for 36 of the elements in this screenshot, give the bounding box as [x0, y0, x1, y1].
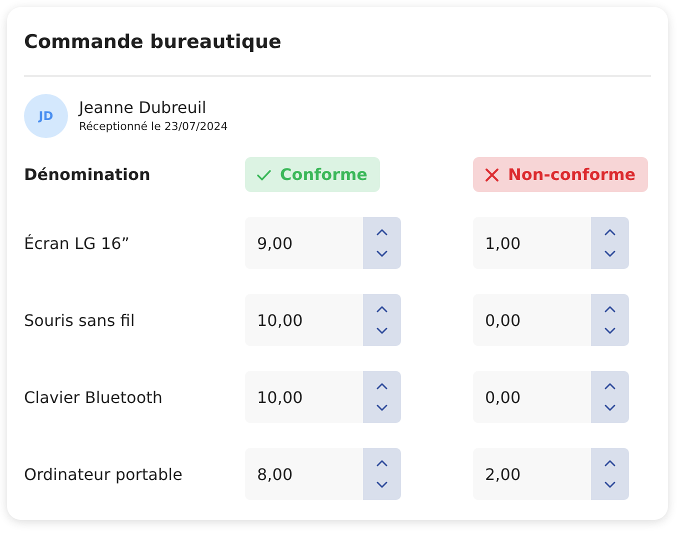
column-header: Dénomination: [24, 165, 152, 184]
item-name: Clavier Bluetooth: [24, 388, 164, 406]
badge-label: Conforme: [280, 165, 368, 184]
user-name: Jeanne Dubreuil: [79, 98, 208, 118]
item-name: Écran LG 16”: [24, 234, 131, 252]
badge-label: Non-conforme: [508, 165, 636, 184]
chevron-down-icon: [604, 250, 616, 258]
chevron-up-icon: [376, 228, 388, 236]
cross-icon: [484, 166, 500, 182]
chevron-down-icon: [376, 481, 388, 489]
chevron-down-icon: [604, 327, 616, 335]
received-date: Réceptionné le 23/07/2024: [79, 118, 228, 134]
card-title: Commande bureautique: [24, 30, 282, 55]
item-name: Souris sans fil: [24, 310, 136, 330]
chevron-down-icon: [604, 481, 616, 489]
quantity-field[interactable]: 2,00: [473, 448, 591, 500]
quantity-field[interactable]: 9,00: [245, 217, 363, 269]
chevron-down-icon: [376, 404, 388, 412]
quantity-field[interactable]: 10,00: [245, 294, 363, 346]
chevron-up-icon: [376, 382, 388, 390]
quantity-field[interactable]: 10,00: [245, 371, 363, 423]
chevron-down-icon: [376, 327, 388, 335]
chevron-up-icon: [376, 305, 388, 313]
chevron-up-icon: [604, 382, 616, 390]
quantity-field[interactable]: 1,00: [473, 217, 591, 269]
avatar: JD: [24, 94, 68, 138]
chevron-up-icon: [604, 305, 616, 313]
chevron-up-icon: [376, 459, 388, 467]
chevron-up-icon: [604, 459, 616, 467]
quantity-field[interactable]: 0,00: [473, 371, 591, 423]
quantity-field[interactable]: 0,00: [473, 294, 591, 346]
quantity-field[interactable]: 8,00: [245, 448, 363, 500]
item-name: Ordinateur portable: [24, 464, 184, 484]
chevron-up-icon: [604, 228, 616, 236]
chevron-down-icon: [604, 404, 616, 412]
chevron-down-icon: [376, 250, 388, 258]
